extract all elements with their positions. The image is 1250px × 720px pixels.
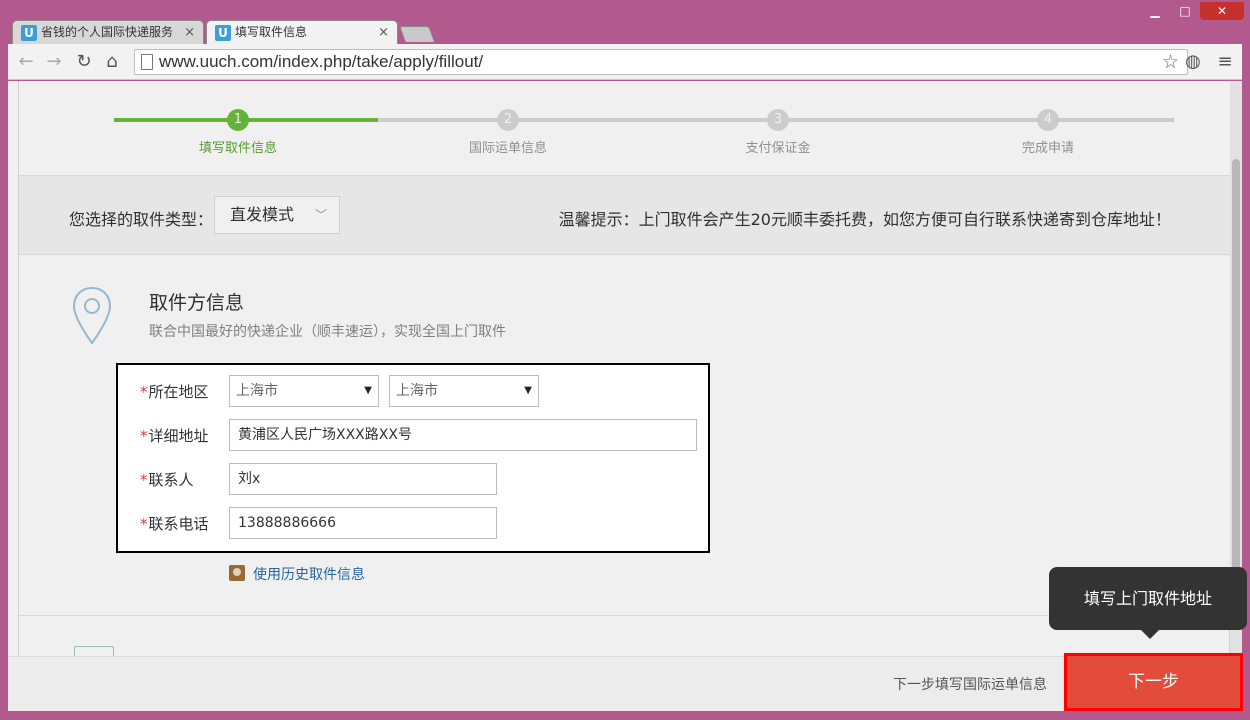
step-number: 2 [497,109,519,131]
section-title: 取件方信息 [149,292,245,314]
new-tab-button[interactable] [399,26,435,42]
pickup-type-bar: 您选择的取件类型： 直发模式 ﹀ 温馨提示：上门取件会产生20元顺丰委托费，如您… [19,175,1231,255]
page-icon [141,54,153,70]
province-value: 上海市 [236,383,278,399]
step-label: 支付保证金 [745,141,811,156]
tab-strip: U 省钱的个人国际快递服务 × U 填写取件信息 × [12,20,912,44]
step-label: 完成申请 [1021,141,1074,156]
history-link-label: 使用历史取件信息 [253,567,365,583]
step-label: 国际运单信息 [468,141,547,156]
phone-input[interactable]: 13888886666 [229,507,497,539]
location-pin-icon [72,286,112,345]
window-bottom-edge [8,711,1242,720]
address-row: *详细地址 黄浦区人民广场XXX路XX号 [118,419,708,451]
page-footer: 下一步填写国际运单信息 [8,656,1242,711]
step-number: 3 [767,109,789,131]
city-select[interactable]: 上海市 ▼ [389,375,539,407]
forward-icon[interactable]: → [42,50,66,74]
reload-icon[interactable]: ↻ [72,50,96,74]
tab-close-icon[interactable]: × [378,21,389,44]
dropdown-arrow-icon: ▼ [364,385,372,396]
province-select[interactable]: 上海市 ▼ [229,375,379,407]
address-book-icon [229,565,245,581]
tab-label: 省钱的个人国际快递服务 [41,25,174,39]
phone-label: *联系电话 [140,515,209,533]
next-step-hint: 下一步填写国际运单信息 [893,677,1047,693]
step-4: 4 完成申请 [988,109,1108,156]
required-mark: * [140,383,148,401]
globe-icon[interactable]: ◍ [1181,50,1205,74]
step-number: 4 [1037,109,1059,131]
tab-label: 填写取件信息 [235,25,308,39]
use-history-link[interactable]: 使用历史取件信息 [229,564,365,584]
tab-close-icon[interactable]: × [184,21,195,44]
contact-row: *联系人 刘x [118,463,708,495]
pickup-type-select[interactable]: 直发模式 ﹀ [214,196,340,234]
city-value: 上海市 [396,383,438,399]
required-mark: * [140,427,148,445]
uuch-favicon-icon: U [215,25,231,41]
address-bar[interactable]: www.uuch.com/index.php/take/apply/fillou… [134,49,1188,75]
pickup-type-label: 您选择的取件类型： [69,210,214,229]
required-mark: * [140,515,148,533]
region-label: *所在地区 [140,383,209,401]
next-step-button[interactable]: 下一步 [1064,653,1243,711]
phone-row: *联系电话 13888886666 [118,507,708,539]
step-number: 1 [227,109,249,131]
step-1: 1 填写取件信息 [178,109,298,156]
guide-tooltip: 填写上门取件地址 [1049,567,1247,639]
browser-window: ▁ □ ✕ U 省钱的个人国际快递服务 × U 填写取件信息 × ← → ↻ ⌂… [0,0,1250,720]
contact-input[interactable]: 刘x [229,463,497,495]
back-icon[interactable]: ← [14,50,38,74]
scroll-thumb[interactable] [1232,159,1240,599]
region-row: *所在地区 上海市 ▼ 上海市 ▼ [118,375,708,407]
address-label: *详细地址 [140,427,209,445]
minimize-icon[interactable]: ▁ [1140,2,1170,20]
dropdown-arrow-icon: ▼ [524,385,532,396]
step-2: 2 国际运单信息 [448,109,568,156]
window-controls: ▁ □ ✕ [1140,2,1244,20]
section-subtitle: 联合中国最好的快递企业（顺丰速运），实现全国上门取件 [149,324,506,340]
browser-toolbar: ← → ↻ ⌂ www.uuch.com/index.php/take/appl… [8,44,1242,80]
pickup-type-value: 直发模式 [230,205,295,224]
contact-label: *联系人 [140,471,194,489]
maximize-icon[interactable]: □ [1170,2,1200,20]
close-window-icon[interactable]: ✕ [1200,2,1244,20]
step-3: 3 支付保证金 [718,109,838,156]
url-text[interactable]: www.uuch.com/index.php/take/apply/fillou… [159,52,483,72]
uuch-favicon-icon: U [21,25,37,41]
pickup-tip: 温馨提示：上门取件会产生20元顺丰委托费，如您方便可自行联系快递寄到仓库地址！ [558,210,1171,229]
required-mark: * [140,471,148,489]
bookmark-star-icon[interactable]: ☆ [1162,51,1179,73]
address-input[interactable]: 黄浦区人民广场XXX路XX号 [229,419,697,451]
tab-uuch-home[interactable]: U 省钱的个人国际快递服务 × [12,20,204,44]
tab-fillout[interactable]: U 填写取件信息 × [206,20,398,44]
chevron-down-icon: ﹀ [314,208,327,222]
pickup-address-form: *所在地区 上海市 ▼ 上海市 ▼ *详细地址 黄浦区人民广场XXX路XX号 *… [116,363,710,553]
step-label: 填写取件信息 [198,141,277,156]
menu-icon[interactable]: ≡ [1213,50,1237,74]
home-icon[interactable]: ⌂ [100,50,124,74]
progress-steps: 1 填写取件信息 2 国际运单信息 3 支付保证金 4 完成申请 [19,81,1231,175]
